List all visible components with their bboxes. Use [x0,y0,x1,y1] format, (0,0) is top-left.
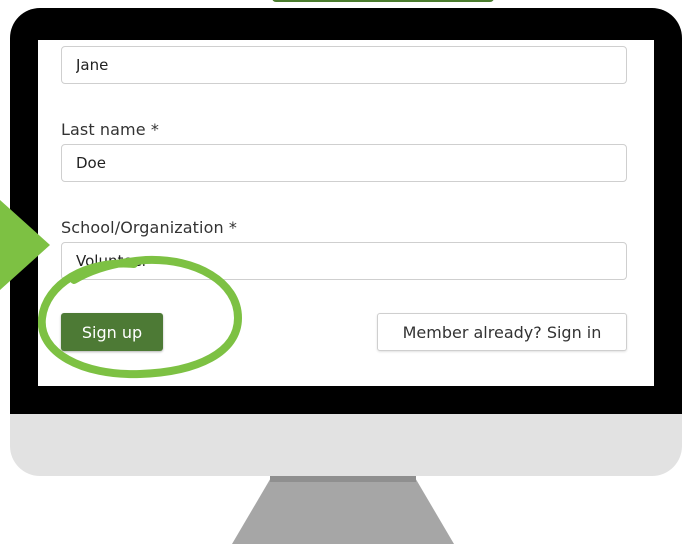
first-name-input[interactable] [61,46,627,84]
organization-value: Volunteer [76,252,148,270]
organization-label: School/Organization * [61,218,237,237]
sign-up-button[interactable]: Sign up [61,313,163,351]
monitor-stand [232,476,454,544]
last-name-input[interactable] [61,144,627,182]
last-name-label: Last name * [61,120,159,139]
monitor-chin [10,414,682,476]
monitor-screen: Last name * School/Organization * Volunt… [38,40,654,386]
organization-input[interactable]: Volunteer [61,242,627,280]
top-tab-decoration [272,0,494,2]
monitor-stand-shadow [270,476,416,482]
sign-in-button[interactable]: Member already? Sign in [377,313,627,351]
